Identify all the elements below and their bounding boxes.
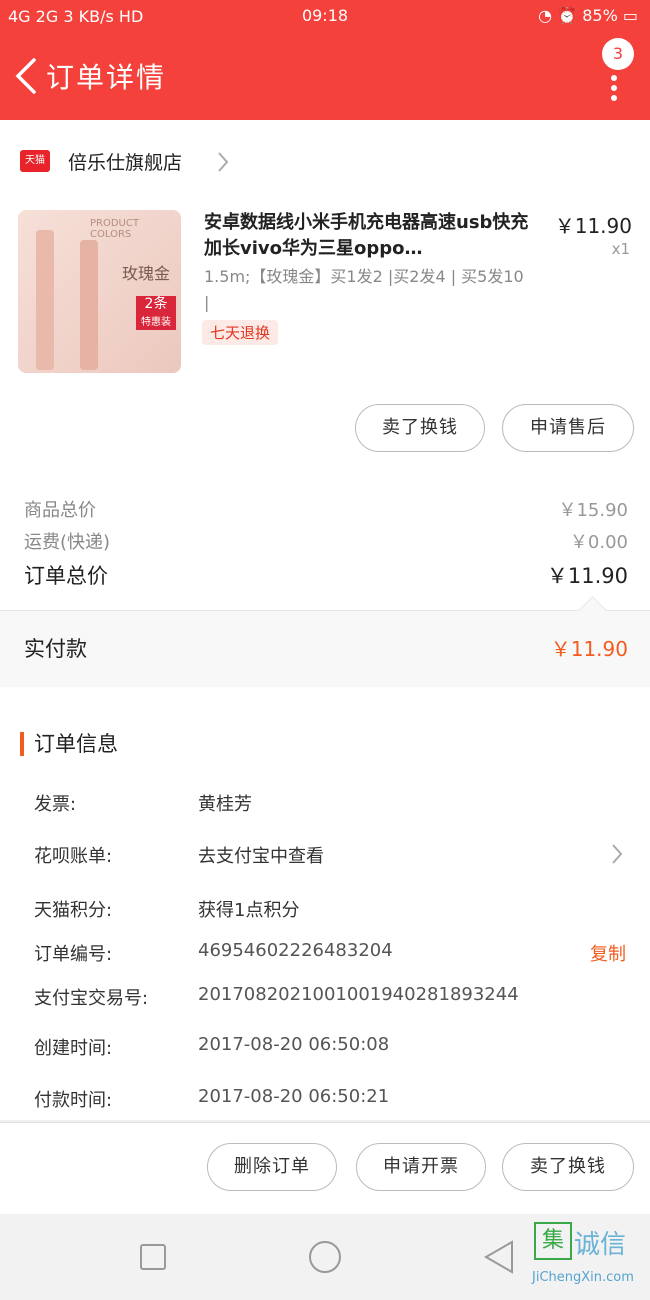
- image-header-text: PRODUCT COLORS: [90, 218, 139, 240]
- section-title: 订单信息: [34, 732, 118, 756]
- cable-shape: [36, 230, 54, 370]
- chevron-right-icon[interactable]: [610, 842, 624, 866]
- watermark-url: JiChengXin.com: [532, 1270, 634, 1285]
- points-label: 天猫积分:: [34, 900, 113, 921]
- product-price: ￥11.90: [554, 214, 632, 238]
- image-color-text: 玫瑰金: [122, 264, 171, 283]
- order-number-label: 订单编号:: [34, 944, 113, 965]
- huabei-label: 花呗账单:: [34, 846, 113, 867]
- return-policy-badge: 七天退换: [202, 320, 279, 345]
- delete-order-button[interactable]: 删除订单: [207, 1143, 337, 1191]
- copy-button[interactable]: 复制: [590, 940, 626, 966]
- status-bar: 4G 2G 3 KB/s HD 09:18 ◔ ⏰ 85% ▭: [0, 0, 650, 34]
- created-time-label: 创建时间:: [34, 1038, 113, 1059]
- order-info-section: 订单信息 发票: 黄桂芳 花呗账单: 去支付宝中查看 天猫积分: 获得1点积分 …: [0, 708, 650, 1120]
- order-total-value: ￥11.90: [546, 564, 628, 588]
- watermark-text: 诚信: [574, 1230, 627, 1260]
- alipay-number-value: 2017082021001001940281893244: [198, 984, 519, 1005]
- product-quantity: x1: [611, 240, 630, 258]
- cable-shape: [80, 240, 98, 370]
- shipping-value: ￥0.00: [569, 532, 628, 553]
- shipping-label: 运费(快递): [24, 532, 111, 553]
- alipay-label: 支付宝交易号:: [34, 988, 149, 1009]
- footer-action-bar: 删除订单 申请开票 卖了换钱: [0, 1122, 650, 1215]
- order-total-label: 订单总价: [24, 564, 108, 588]
- chevron-right-icon: [218, 152, 229, 172]
- home-icon[interactable]: [308, 1240, 342, 1274]
- points-value: 获得1点积分: [198, 900, 300, 921]
- section-accent-bar: [20, 732, 24, 756]
- watermark-char: 集: [534, 1222, 572, 1260]
- goods-total-label: 商品总价: [24, 500, 96, 521]
- shop-name: 倍乐仕旗舰店: [68, 152, 183, 174]
- system-navigation-bar: 集 诚信 JiChengXin.com: [0, 1214, 650, 1300]
- paid-value: ￥11.90: [550, 637, 628, 661]
- back-arrow-icon[interactable]: [10, 54, 46, 98]
- invoice-value: 黄桂芳: [198, 794, 252, 815]
- product-name[interactable]: 安卓数据线小米手机充电器高速usb快充加长vivo华为三星oppo…: [204, 210, 530, 262]
- pointer-arrow: [579, 596, 606, 623]
- notification-badge: 3: [602, 38, 634, 70]
- back-nav-icon[interactable]: [484, 1240, 514, 1274]
- paid-label: 实付款: [24, 637, 87, 661]
- request-invoice-button[interactable]: 申请开票: [356, 1143, 486, 1191]
- recent-apps-icon[interactable]: [140, 1244, 166, 1270]
- paid-amount-bar: 实付款 ￥11.90: [0, 596, 650, 687]
- watermark-logo: 集 诚信 JiChengXin.com: [532, 1222, 642, 1292]
- sell-button-footer[interactable]: 卖了换钱: [502, 1143, 634, 1191]
- battery-indicator: ◔ ⏰ 85% ▭: [538, 6, 638, 25]
- created-time-value: 2017-08-20 06:50:08: [198, 1034, 390, 1055]
- aftersale-button[interactable]: 申请售后: [502, 404, 634, 452]
- product-image[interactable]: PRODUCT COLORS 玫瑰金 2条 特惠装: [18, 210, 181, 373]
- order-item-card: 天猫 倍乐仕旗舰店 PRODUCT COLORS 玫瑰金 2条 特惠装 安卓数据线…: [0, 120, 650, 710]
- image-pack-tag: 2条 特惠装: [136, 296, 176, 330]
- paid-time-label: 付款时间:: [34, 1090, 113, 1111]
- invoice-label: 发票:: [34, 794, 77, 815]
- sell-button[interactable]: 卖了换钱: [355, 404, 485, 452]
- order-number-value: 46954602226483204: [198, 940, 393, 961]
- more-menu-icon[interactable]: [606, 64, 622, 104]
- header: 订单详情 3: [0, 34, 650, 120]
- huabei-link[interactable]: 去支付宝中查看: [198, 842, 324, 868]
- tmall-logo-icon: 天猫: [20, 150, 50, 172]
- product-sku: 1.5m;【玫瑰金】买1发2 |买2发4 | 买5发10 |: [204, 267, 524, 312]
- page-title: 订单详情: [46, 61, 167, 94]
- paid-time-value: 2017-08-20 06:50:21: [198, 1086, 390, 1107]
- goods-total-value: ￥15.90: [558, 500, 628, 521]
